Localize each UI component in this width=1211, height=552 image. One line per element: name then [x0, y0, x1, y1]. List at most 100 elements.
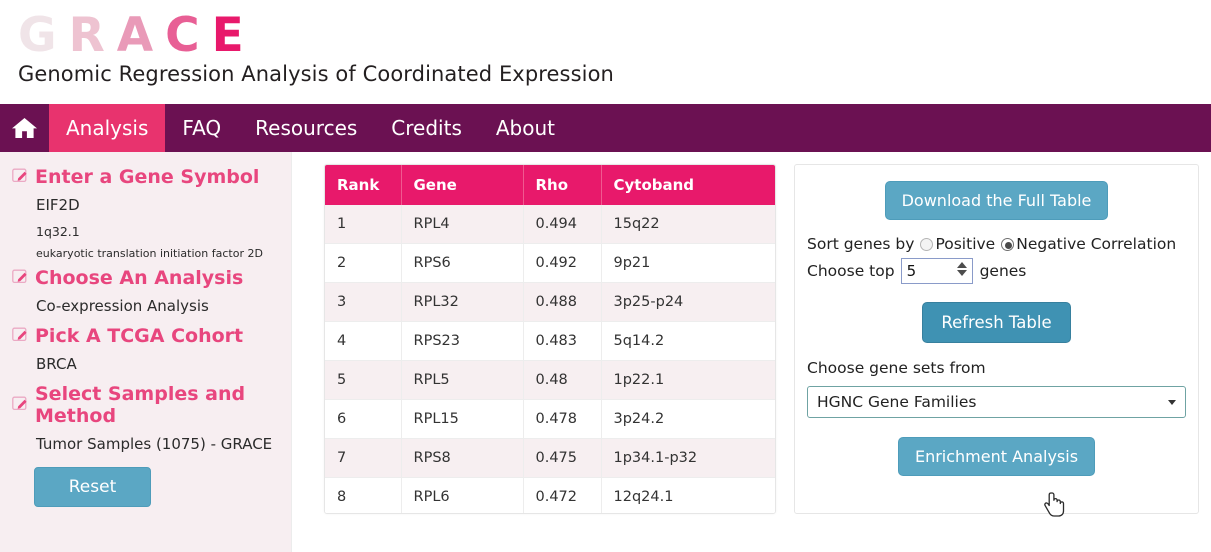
table-column-header-rank[interactable]: Rank [325, 165, 401, 205]
nav-item-credits[interactable]: Credits [374, 104, 479, 152]
choose-top-row: Choose top 5 genes [807, 258, 1186, 284]
table-cell-rank: 5 [325, 361, 401, 400]
table-cell-gene: RPS6 [401, 244, 523, 283]
sidebar-section-2-value-0: BRCA [36, 355, 281, 373]
table-cell-rho: 0.488 [523, 283, 601, 322]
radio-positive-label: Positive [935, 235, 995, 253]
table-column-header-gene[interactable]: Gene [401, 165, 523, 205]
table-row[interactable]: 1RPL40.49415q22 [325, 205, 775, 244]
sidebar-section-1-heading[interactable]: Choose An Analysis [12, 267, 281, 289]
table-cell-rank: 8 [325, 478, 401, 515]
edit-icon [12, 394, 28, 416]
table-row[interactable]: 3RPL320.4883p25-p24 [325, 283, 775, 322]
enrichment-row: Enrichment Analysis [807, 418, 1186, 476]
stepper-arrows[interactable] [957, 262, 967, 276]
reset-button[interactable]: Reset [34, 467, 151, 507]
table-cell-cytoband: 3p25-p24 [601, 283, 775, 322]
sidebar-section-3-label: Select Samples and Method [35, 383, 281, 427]
top-genes-stepper[interactable]: 5 [901, 258, 973, 284]
top-genes-value: 5 [902, 262, 917, 280]
table-header-row: RankGeneRhoCytoband [325, 165, 775, 205]
logo-letter-r-1: R [69, 8, 117, 63]
table-column-header-cytoband[interactable]: Cytoband [601, 165, 775, 205]
table-cell-cytoband: 1p22.1 [601, 361, 775, 400]
table-cell-rank: 7 [325, 439, 401, 478]
table-cell-cytoband: 1p34.1-p32 [601, 439, 775, 478]
table-cell-gene: RPL4 [401, 205, 523, 244]
table-row[interactable]: 7RPS80.4751p34.1-p32 [325, 439, 775, 478]
logo-letter-e-4: E [212, 8, 256, 63]
table-body: 1RPL40.49415q222RPS60.4929p213RPL320.488… [325, 205, 775, 514]
nav-home-button[interactable] [0, 104, 49, 152]
sidebar-section-2-heading[interactable]: Pick A TCGA Cohort [12, 325, 281, 347]
table-cell-gene: RPL6 [401, 478, 523, 515]
stepper-up-icon[interactable] [957, 262, 967, 268]
nav-item-about[interactable]: About [479, 104, 572, 152]
sidebar-section-0-heading[interactable]: Enter a Gene Symbol [12, 166, 281, 188]
main-navbar: AnalysisFAQResourcesCreditsAbout [0, 104, 1211, 152]
sidebar-section-0-value-1: 1q32.1 [36, 224, 281, 239]
refresh-table-button[interactable]: Refresh Table [922, 302, 1070, 343]
table-row[interactable]: 5RPL50.481p22.1 [325, 361, 775, 400]
radio-positive-correlation[interactable] [920, 238, 933, 251]
table-cell-rank: 6 [325, 400, 401, 439]
edit-icon [12, 267, 28, 289]
download-full-table-button[interactable]: Download the Full Table [885, 181, 1109, 220]
stepper-down-icon[interactable] [957, 270, 967, 276]
logo-letter-a-2: A [117, 8, 165, 63]
table-cell-gene: RPS8 [401, 439, 523, 478]
logo-letter-c-3: C [165, 8, 212, 63]
download-row: Download the Full Table [807, 181, 1186, 220]
sidebar-section-0-value-2: eukaryotic translation initiation factor… [36, 247, 281, 260]
sidebar-section-0-value-0: EIF2D [36, 196, 281, 214]
table-cell-gene: RPL32 [401, 283, 523, 322]
nav-item-resources[interactable]: Resources [238, 104, 374, 152]
table-cell-rho: 0.472 [523, 478, 601, 515]
table-row[interactable]: 2RPS60.4929p21 [325, 244, 775, 283]
enrichment-analysis-button[interactable]: Enrichment Analysis [898, 437, 1095, 476]
table-cell-rho: 0.483 [523, 322, 601, 361]
table-cell-rank: 3 [325, 283, 401, 322]
sidebar-section-2-label: Pick A TCGA Cohort [35, 325, 243, 347]
gene-sets-select[interactable]: HGNC Gene Families [807, 386, 1186, 418]
sidebar-section-1-label: Choose An Analysis [35, 267, 243, 289]
table-cell-cytoband: 15q22 [601, 205, 775, 244]
results-table-card: RankGeneRhoCytoband 1RPL40.49415q222RPS6… [324, 164, 776, 514]
gene-sets-label: Choose gene sets from [807, 359, 1186, 377]
gene-sets-selected-value: HGNC Gene Families [817, 393, 976, 411]
page-content: Enter a Gene Symbol EIF2D 1q32.1 eukaryotic… [0, 152, 1211, 552]
table-cell-gene: RPL15 [401, 400, 523, 439]
table-row[interactable]: 6RPL150.4783p24.2 [325, 400, 775, 439]
logo-letter-g-0: G [18, 8, 69, 63]
refresh-row: Refresh Table [807, 284, 1186, 343]
table-cell-rho: 0.48 [523, 361, 601, 400]
sort-genes-label: Sort genes by [807, 235, 914, 253]
table-row[interactable]: 8RPL60.47212q24.1 [325, 478, 775, 515]
table-cell-cytoband: 5q14.2 [601, 322, 775, 361]
sidebar-section-0-label: Enter a Gene Symbol [35, 166, 259, 188]
sidebar-section-1-value-0: Co-expression Analysis [36, 297, 281, 315]
nav-item-faq[interactable]: FAQ [165, 104, 238, 152]
table-cell-gene: RPL5 [401, 361, 523, 400]
controls-panel: Download the Full Table Sort genes by Po… [794, 164, 1199, 514]
table-cell-cytoband: 12q24.1 [601, 478, 775, 515]
genes-suffix-label: genes [980, 262, 1027, 280]
radio-negative-label: Negative Correlation [1016, 235, 1176, 253]
sidebar-section-3-heading[interactable]: Select Samples and Method [12, 383, 281, 427]
home-icon [11, 116, 38, 140]
gene-results-table: RankGeneRhoCytoband 1RPL40.49415q222RPS6… [325, 165, 775, 514]
site-header: GRACE Genomic Regression Analysis of Coo… [0, 0, 1211, 104]
table-cell-rho: 0.494 [523, 205, 601, 244]
chevron-down-icon [1168, 400, 1176, 405]
sort-genes-row: Sort genes by Positive Negative Correlat… [807, 235, 1186, 253]
table-row[interactable]: 4RPS230.4835q14.2 [325, 322, 775, 361]
table-cell-rank: 2 [325, 244, 401, 283]
app-page: GRACE Genomic Regression Analysis of Coo… [0, 0, 1211, 552]
radio-negative-correlation[interactable] [1001, 238, 1014, 251]
edit-icon [12, 325, 28, 347]
nav-item-analysis[interactable]: Analysis [49, 104, 165, 152]
table-cell-rho: 0.478 [523, 400, 601, 439]
table-cell-rank: 4 [325, 322, 401, 361]
table-column-header-rho[interactable]: Rho [523, 165, 601, 205]
site-tagline: Genomic Regression Analysis of Coordinat… [14, 62, 1211, 86]
